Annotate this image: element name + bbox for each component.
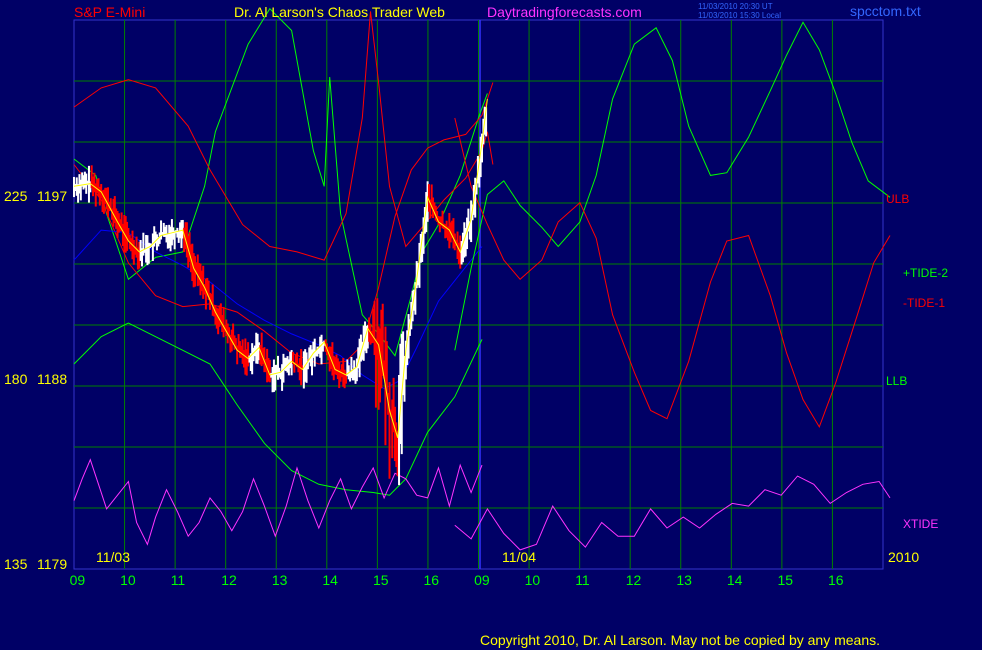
chart-grid [73, 19, 884, 570]
file-label: spcctom.txt [850, 3, 921, 19]
price-midline [73, 98, 488, 438]
day1-xtide-line [73, 458, 483, 546]
hour-label: 09 [474, 572, 490, 588]
site-label[interactable]: Daytradingforecasts.com [487, 4, 642, 20]
y-tick-tide-top: 225 [4, 188, 28, 204]
hour-label: 13 [676, 572, 692, 588]
symbol-label: S&P E-Mini [74, 4, 146, 20]
hour-label: 14 [726, 572, 743, 588]
date-label-1: 11/03 [96, 549, 130, 565]
series-label-xtide: XTIDE [903, 517, 939, 531]
date-label-2: 11/04 [502, 549, 536, 565]
day1-tide-plus-line [73, 7, 488, 357]
hour-label: 09 [69, 572, 86, 588]
hour-label: 14 [322, 572, 338, 588]
hour-label: 12 [625, 572, 642, 588]
day2-xtide-line [454, 475, 891, 551]
price-bars [73, 98, 488, 486]
y-tick-price-mid: 1188 [37, 371, 68, 387]
y-tick-tide-bottom: 135 [4, 556, 28, 572]
day1-tide-minus-line [73, 11, 494, 261]
chart-series [73, 7, 891, 551]
hour-label: 10 [524, 572, 541, 588]
series-label-ulb: ULB [886, 192, 910, 206]
year-label: 2010 [888, 549, 920, 565]
day1-ulb-line [73, 82, 494, 365]
hour-label: 15 [777, 572, 794, 588]
day2-tide-minus-line [454, 117, 891, 429]
chaos-chart [73, 7, 891, 570]
y-tick-price-bottom: 1179 [37, 556, 68, 572]
hour-label: 10 [120, 572, 136, 588]
timestamp-ut: 11/03/2010 20:30 UT [698, 2, 773, 11]
hour-label: 15 [372, 572, 389, 588]
chart-title: Dr. Al Larson's Chaos Trader Web [234, 4, 445, 20]
hour-label: 11 [575, 572, 590, 588]
y-tick-price-top: 1197 [37, 188, 68, 204]
timestamp-local: 11/03/2010 15:30 Local [698, 11, 782, 20]
hour-label: 16 [828, 572, 844, 588]
hour-label: 11 [170, 572, 186, 588]
y-tick-tide-mid: 180 [4, 371, 28, 387]
series-label-llb: LLB [886, 374, 908, 388]
copyright-footer: Copyright 2010, Dr. Al Larson. May not b… [480, 632, 881, 648]
day1-llb-line [73, 322, 483, 496]
hour-label: 16 [423, 572, 440, 588]
series-label-tide-minus: -TIDE-1 [903, 296, 945, 310]
day2-tide-plus-line [454, 21, 891, 351]
series-label-tide-plus: +TIDE-2 [903, 266, 949, 280]
hour-label: 12 [221, 572, 237, 588]
hour-label: 13 [271, 572, 288, 588]
